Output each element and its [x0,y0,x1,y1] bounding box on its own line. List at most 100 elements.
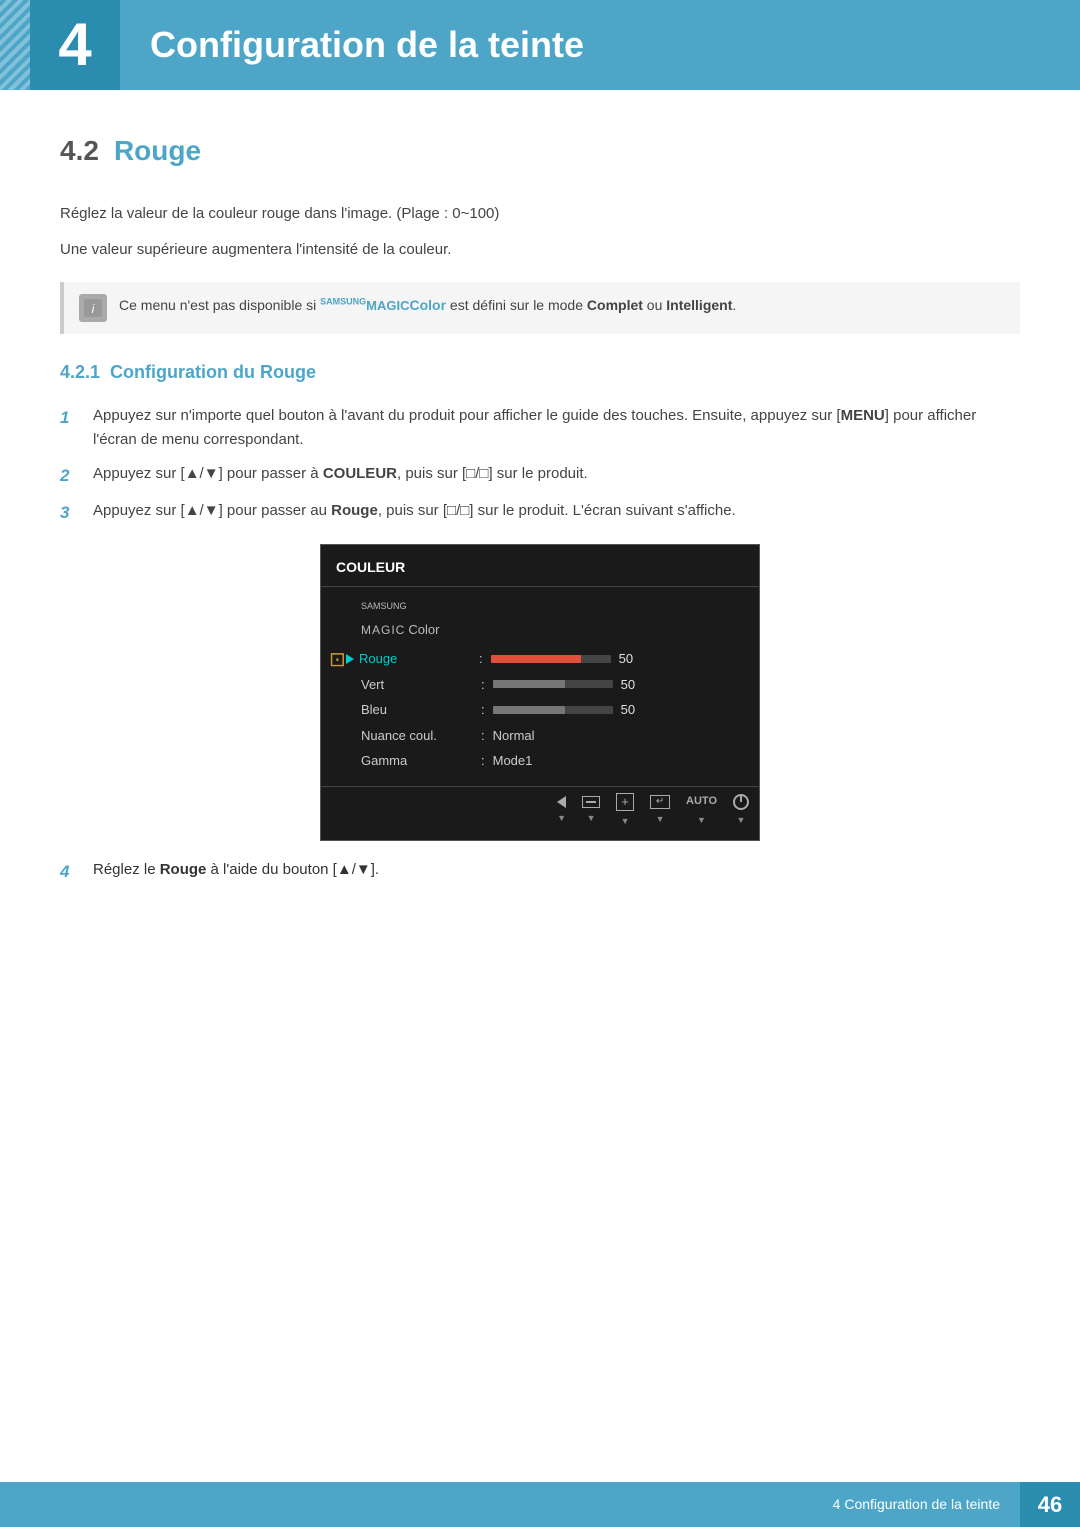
subsection-heading: 4.2.1 Configuration du Rouge [60,359,1020,386]
power-icon [733,794,749,810]
plus-icon: + [616,793,634,811]
rouge-slider-track [491,655,611,663]
monitor-icon: ⊡ [329,645,346,675]
minus-bar [586,801,596,803]
chapter-title: Configuration de la teinte [150,18,584,72]
toolbar-btn-auto: AUTO ▼ [686,793,717,827]
rouge-bold-step4: Rouge [160,861,207,878]
page-footer: 4 Configuration de la teinte 46 [0,1482,1080,1527]
menu-item-label-rouge: Rouge [359,649,479,669]
chapter-header: 4 Configuration de la teinte [0,0,1080,90]
step-3: 3 Appuyez sur [▲/▼] pour passer au Rouge… [60,499,1020,526]
toolbar-btn-minus: ▼ [582,796,600,826]
toolbar-arrow-down-5: ▼ [697,814,706,828]
magic-color-inline: SAMSUNGMAGICColor [320,297,446,313]
toolbar-btn-power: ▼ [733,794,749,828]
main-content: 4.2 Rouge Réglez la valeur de la couleur… [0,130,1080,885]
menu-item-gamma: Gamma : Mode1 [321,748,759,774]
step-number-4: 4 [60,859,85,885]
step-text-1: Appuyez sur n'importe quel bouton à l'av… [93,404,1020,452]
section-number: 4.2 [60,130,99,172]
back-arrow-icon [557,796,566,808]
menu-item-magic-color: SAMSUNG MAGIC Color [321,597,759,642]
rouge-slider: 50 [491,649,639,669]
chapter-number-box: 4 [30,0,120,90]
step-1: 1 Appuyez sur n'importe quel bouton à l'… [60,404,1020,452]
toolbar-arrow-down-1: ▼ [557,812,566,826]
power-icon-line [740,796,742,802]
menu-item-bleu: Bleu : 50 [321,697,759,723]
menu-item-vert: Vert : 50 [321,672,759,698]
toolbar-btn-back: ▼ [557,796,566,826]
menu-item-nuance: Nuance coul. : Normal [321,723,759,749]
rouge-slider-fill [491,655,581,663]
menu-bottom-toolbar: ▼ ▼ + ▼ ↵ ▼ [321,786,759,829]
auto-label: AUTO [686,793,717,810]
menu-colon-rouge: : [479,649,483,669]
subsection-title: Configuration du Rouge [110,359,316,386]
menu-title: COULEUR [321,553,759,587]
toolbar-arrow-down-4: ▼ [656,813,665,827]
step-4-row: 4 Réglez le Rouge à l'aide du bouton [▲/… [60,859,1020,885]
menu-colon-nuance: : [481,726,485,746]
note-icon: i [79,294,107,322]
menu-item-value-nuance: Normal [493,726,535,746]
svg-text:i: i [92,302,95,316]
minus-icon [582,796,600,808]
footer-page-number: 46 [1020,1482,1080,1527]
menu-selector-rouge [346,654,354,664]
step-number-2: 2 [60,462,85,489]
toolbar-btn-plus: + ▼ [616,793,634,829]
note-text: Ce menu n'est pas disponible si SAMSUNGM… [119,294,736,317]
chapter-title-box: Configuration de la teinte [120,0,584,90]
header-stripes [0,0,30,90]
bleu-slider-fill [493,706,565,714]
step-4-container: 4 Réglez le Rouge à l'aide du bouton [▲/… [60,859,1020,885]
subsection-number: 4.2.1 [60,359,100,386]
menu-item-rouge: Rouge : 50 [321,646,759,672]
step-text-3: Appuyez sur [▲/▼] pour passer au Rouge, … [93,499,1020,523]
menu-item-label-magic: SAMSUNG MAGIC Color [361,600,481,639]
couleur-bold: COULEUR [323,465,397,482]
menu-item-label-gamma: Gamma [361,751,481,771]
page-wrapper: 4 Configuration de la teinte 4.2 Rouge R… [0,0,1080,1527]
rouge-slider-value: 50 [619,649,639,669]
menu-colon-vert: : [481,675,485,695]
toolbar-arrow-down-6: ▼ [737,814,746,828]
menu-item-label-bleu: Bleu [361,700,481,720]
enter-icon: ↵ [650,795,670,809]
toolbar-arrow-down-3: ▼ [621,815,630,829]
footer-chapter-text: 4 Configuration de la teinte [833,1494,1020,1515]
vert-slider-track [493,680,613,688]
menu-item-label-vert: Vert [361,675,481,695]
step-text-2: Appuyez sur [▲/▼] pour passer à COULEUR,… [93,462,1020,486]
step-number-3: 3 [60,499,85,526]
rouge-bold-step3: Rouge [331,502,378,519]
step-text-4: Réglez le Rouge à l'aide du bouton [▲/▼]… [93,859,1020,882]
bleu-slider-value: 50 [621,700,641,720]
section-heading: 4.2 Rouge [60,130,1020,172]
bleu-slider-track [493,706,613,714]
step-4-list: 4 Réglez le Rouge à l'aide du bouton [▲/… [60,859,1020,885]
body-paragraph-1: Réglez la valeur de la couleur rouge dan… [60,202,1020,226]
menu-items-container: SAMSUNG MAGIC Color Rouge : 50 [321,593,759,777]
steps-list: 1 Appuyez sur n'importe quel bouton à l'… [60,404,1020,526]
vert-slider-fill [493,680,565,688]
step-number-1: 1 [60,404,85,431]
vert-slider: 50 [493,675,641,695]
enter-icon-symbol: ↵ [656,794,664,809]
body-paragraph-2: Une valeur supérieure augmentera l'inten… [60,238,1020,262]
menu-item-value-gamma: Mode1 [493,751,533,771]
bleu-slider: 50 [493,700,641,720]
vert-slider-value: 50 [621,675,641,695]
note-intelligent: Intelligent [666,297,732,313]
note-box: i Ce menu n'est pas disponible si SAMSUN… [60,282,1020,334]
chapter-number: 4 [58,0,91,90]
section-title: Rouge [114,130,201,172]
menu-item-label-nuance: Nuance coul. [361,726,481,746]
toolbar-btn-enter: ↵ ▼ [650,795,670,827]
menu-screenshot: COULEUR SAMSUNG MAGIC Color Rouge : [320,544,760,841]
menu-colon-bleu: : [481,700,485,720]
step-2: 2 Appuyez sur [▲/▼] pour passer à COULEU… [60,462,1020,489]
toolbar-arrow-down-2: ▼ [587,812,596,826]
